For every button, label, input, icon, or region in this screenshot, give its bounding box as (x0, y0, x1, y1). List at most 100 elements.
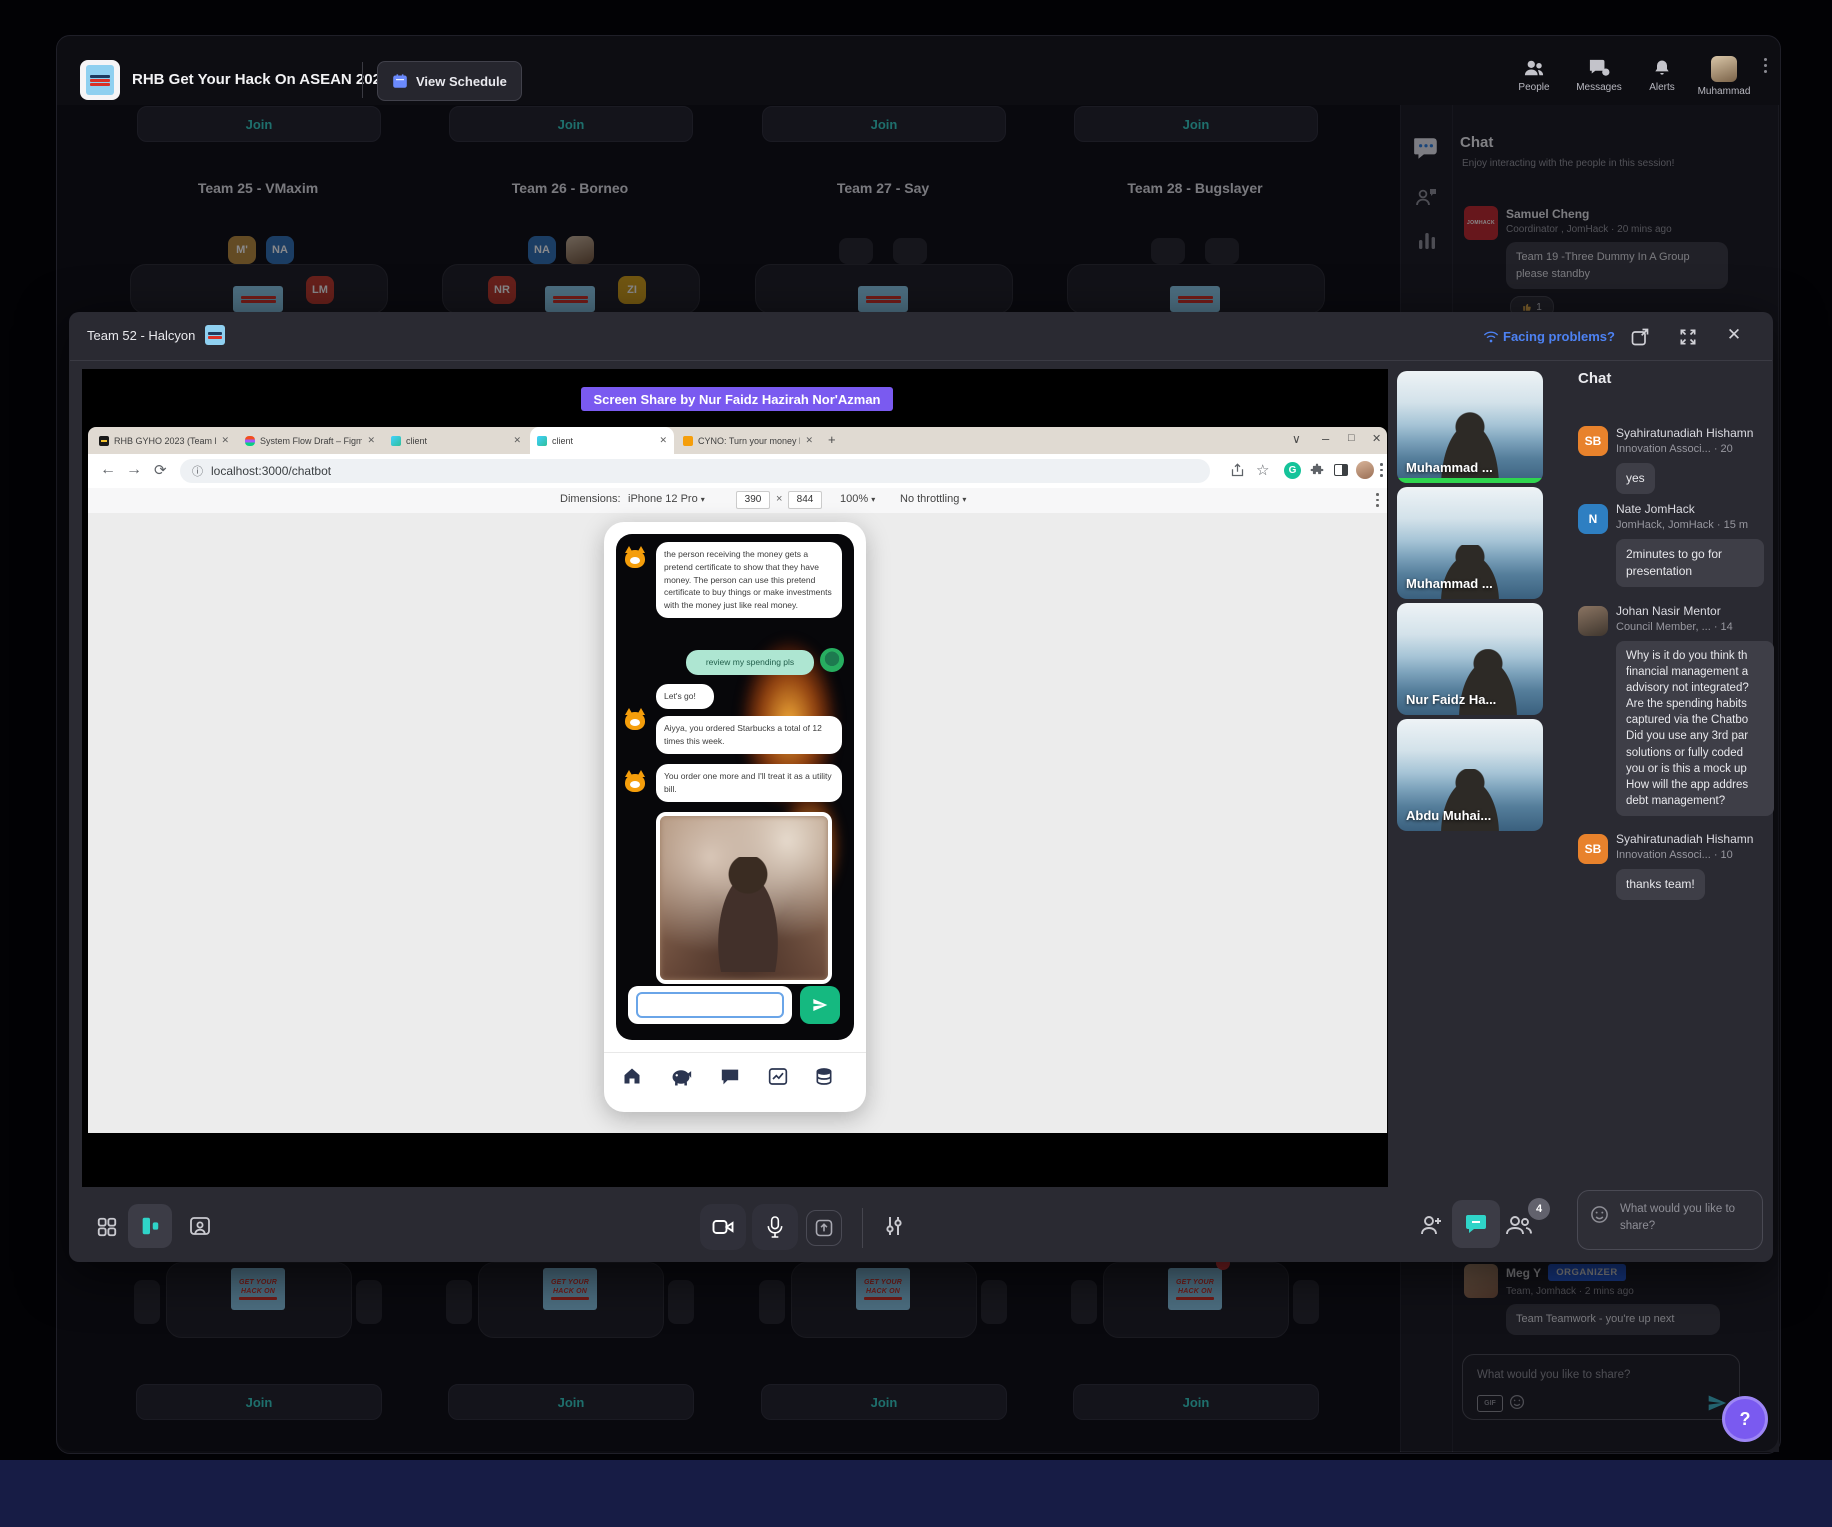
bot-avatar (622, 708, 648, 734)
url-bar[interactable]: ⓘ localhost:3000/chatbot (180, 459, 1210, 483)
phone-send-button[interactable] (800, 986, 840, 1024)
tab-close-icon[interactable]: ✕ (367, 435, 375, 446)
extensions-puzzle-icon[interactable] (1310, 463, 1324, 477)
phone-emulator: the person receiving the money gets a pr… (604, 522, 866, 1112)
chevron-down-icon: ▾ (871, 495, 875, 504)
close-icon[interactable]: ✕ (1721, 322, 1747, 348)
browser-toolbar: ← → ⟳ ⓘ localhost:3000/chatbot ☆ G (88, 454, 1387, 489)
participant-name: Nur Faidz Ha... (1406, 692, 1496, 707)
refresh-icon[interactable]: ⟳ (154, 461, 167, 479)
support-signal-icon (1483, 330, 1499, 344)
home-icon[interactable] (622, 1066, 642, 1086)
settings-sliders-icon[interactable] (882, 1214, 906, 1238)
info-icon[interactable]: ⓘ (192, 463, 203, 479)
window-maximize-icon[interactable]: □ (1348, 432, 1355, 444)
window-close-icon[interactable]: ✕ (1372, 432, 1381, 445)
sidebar-panel-icon[interactable] (1334, 464, 1348, 476)
browser-menu-icon[interactable] (1380, 463, 1383, 477)
throttling-select[interactable]: No throttling ▾ (900, 493, 966, 505)
chat-nav-icon[interactable] (720, 1068, 740, 1086)
viewport-height-input[interactable]: 844 (788, 491, 822, 509)
device-select[interactable]: iPhone 12 Pro ▾ (628, 493, 705, 505)
browser-tab[interactable]: RHB GYHO 2023 (Team Halcyon)✕ (92, 427, 236, 454)
bot-message: Let's go! (656, 684, 714, 709)
devtools-menu-icon[interactable] (1376, 493, 1379, 507)
screen-share-banner: Screen Share by Nur Faidz Hazirah Nor'Az… (581, 387, 893, 411)
coins-icon[interactable] (814, 1067, 834, 1086)
tab-close-icon[interactable]: ✕ (513, 435, 521, 446)
zoom-select[interactable]: 100% ▾ (840, 493, 875, 505)
modal-chat-input[interactable]: What would you like to share? (1577, 1190, 1763, 1250)
browser-tab[interactable]: client✕ (384, 427, 528, 454)
browser-viewport: the person receiving the money gets a pr… (88, 513, 1387, 1133)
chat-meta: Innovation Associ... · 20 (1616, 443, 1772, 455)
team-room-modal: Team 52 - Halcyon Facing problems? ✕ Scr… (69, 312, 1773, 1262)
devtools-toolbar: Dimensions: iPhone 12 Pro ▾ 390 × 844 10… (88, 488, 1387, 514)
tab-favicon (99, 436, 109, 446)
fullscreen-icon[interactable] (1678, 327, 1698, 347)
browser-tab-active[interactable]: client✕ (530, 427, 674, 454)
share-screen-button[interactable] (806, 1210, 842, 1246)
chat-avatar: N (1578, 504, 1608, 534)
back-icon[interactable]: ← (100, 461, 116, 479)
help-button[interactable]: ? (1722, 1396, 1768, 1442)
nav-profile[interactable]: Muhammad (1692, 56, 1756, 97)
view-schedule-button[interactable]: View Schedule (377, 61, 522, 101)
bot-message: the person receiving the money gets a pr… (656, 542, 842, 618)
browser-profile-avatar[interactable] (1356, 461, 1374, 479)
more-menu-icon[interactable] (1764, 58, 1767, 73)
screen-share-area: Screen Share by Nur Faidz Hazirah Nor'Az… (82, 369, 1388, 1187)
chat-bubble: 2minutes to go for presentation (1616, 539, 1764, 587)
chat-sender: Nate JomHack (1616, 502, 1772, 516)
chart-icon[interactable] (768, 1067, 788, 1086)
window-minimize-icon[interactable]: – (1322, 431, 1329, 446)
chat-avatar: SB (1578, 426, 1608, 456)
nav-people[interactable]: People (1508, 58, 1560, 93)
url-text: localhost:3000/chatbot (211, 464, 331, 478)
camera-button[interactable] (700, 1204, 746, 1250)
emoji-icon[interactable] (1590, 1205, 1609, 1224)
tab-close-icon[interactable]: ✕ (221, 435, 229, 446)
browser-tab[interactable]: CYNO: Turn your money life into✕ (676, 427, 820, 454)
bell-icon (1652, 58, 1672, 78)
participant-video[interactable]: Nur Faidz Ha... (1397, 603, 1543, 715)
tab-close-icon[interactable]: ✕ (659, 435, 667, 446)
bot-avatar (622, 546, 648, 572)
participant-video[interactable]: Muhammad ... (1397, 371, 1543, 483)
speaking-indicator (1397, 478, 1543, 483)
grid-view-icon[interactable] (96, 1216, 118, 1238)
chat-toggle-button-active[interactable] (1452, 1200, 1500, 1248)
participant-video[interactable]: Muhammad ... (1397, 487, 1543, 599)
bookmark-star-icon[interactable]: ☆ (1256, 461, 1269, 479)
controls-divider (862, 1208, 863, 1248)
grammarly-icon[interactable]: G (1284, 462, 1301, 479)
tab-close-icon[interactable]: ✕ (805, 435, 813, 446)
browser-tab[interactable]: System Flow Draft – Figma✕ (238, 427, 382, 454)
tab-search-icon[interactable]: ∨ (1292, 432, 1301, 446)
facing-problems-link[interactable]: Facing problems? (1503, 329, 1615, 344)
forward-icon[interactable]: → (126, 461, 142, 479)
dimension-x: × (776, 493, 782, 505)
piggy-bank-icon[interactable] (670, 1068, 692, 1086)
share-page-icon[interactable] (1230, 463, 1245, 478)
popout-icon[interactable] (1630, 327, 1650, 347)
modal-title: Team 52 - Halcyon (87, 328, 195, 343)
participant-video[interactable]: Abdu Muhai... (1397, 719, 1543, 831)
nav-alerts[interactable]: Alerts (1638, 58, 1686, 93)
viewport-width-input[interactable]: 390 (736, 491, 770, 509)
phone-message-input[interactable] (636, 992, 784, 1018)
tab-favicon (245, 436, 255, 446)
new-tab-icon[interactable]: + (828, 432, 836, 447)
bot-avatar (622, 770, 648, 796)
speaker-view-icon[interactable] (184, 1210, 216, 1242)
dimensions-label: Dimensions: (560, 493, 621, 505)
chevron-down-icon: ▾ (701, 495, 705, 504)
phone-nav-divider (604, 1052, 866, 1053)
mic-button[interactable] (752, 1204, 798, 1250)
participant-name: Muhammad ... (1406, 460, 1493, 475)
user-message: review my spending pls (686, 650, 814, 675)
header-divider (362, 62, 363, 98)
nav-messages[interactable]: Messages (1568, 58, 1630, 93)
add-person-icon[interactable] (1418, 1212, 1444, 1238)
split-view-button-active[interactable] (128, 1204, 172, 1248)
